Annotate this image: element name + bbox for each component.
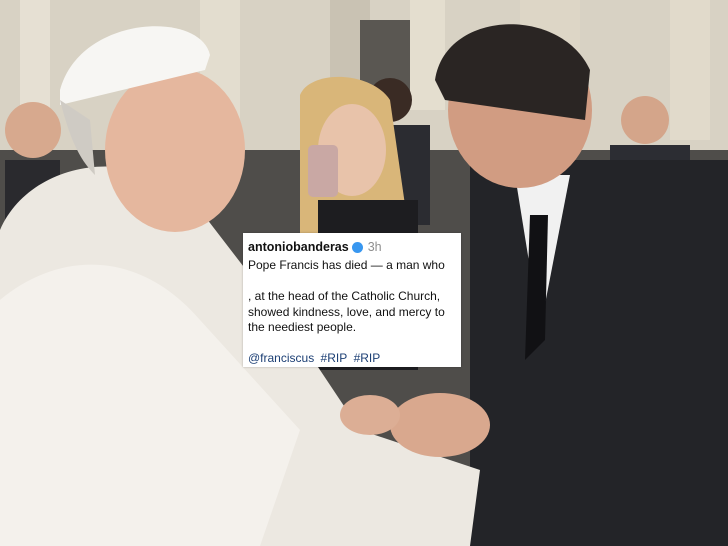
photo-background: antoniobanderas 3h Pope Francis has died… <box>0 0 728 546</box>
hashtag-link[interactable]: #RIP <box>354 351 381 365</box>
post-timestamp: 3h <box>367 240 382 254</box>
verified-check-glyph <box>243 234 250 240</box>
caption-line: the neediest people. <box>248 320 357 334</box>
caption-line: Pope Francis has died — a man who <box>248 258 445 272</box>
caption-line: showed kindness, love, and mercy to <box>248 304 445 319</box>
mention-link[interactable]: @franciscus <box>248 351 314 365</box>
instagram-post-card: antoniobanderas 3h Pope Francis has died… <box>243 233 461 367</box>
post-tags: @franciscus #RIP #RIP <box>248 351 453 365</box>
post-header: antoniobanderas 3h <box>243 234 453 256</box>
verified-check-icon <box>243 234 363 253</box>
post-username: antoniobanderas <box>248 240 349 254</box>
caption-line: , at the head of the Catholic Church, <box>248 289 441 303</box>
hashtag-link[interactable]: #RIP <box>321 351 348 365</box>
post-caption: Pope Francis has died — a man who , at t… <box>248 258 453 336</box>
